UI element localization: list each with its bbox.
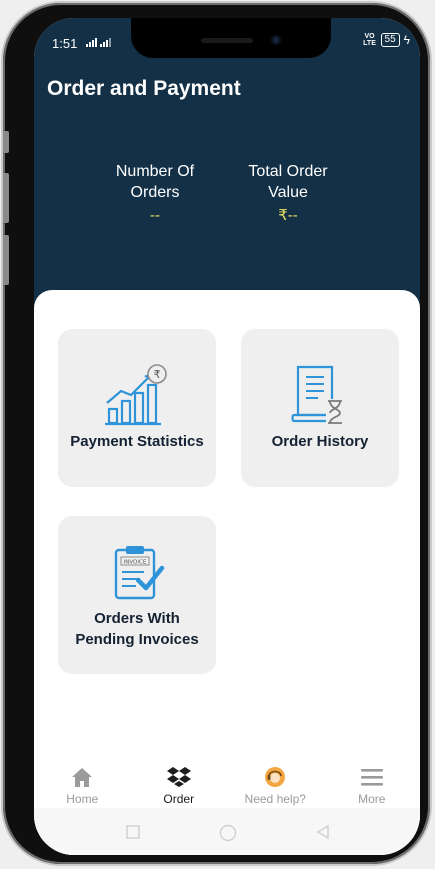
stat-label: Number Of	[115, 163, 195, 180]
nav-item-more[interactable]: More	[324, 756, 421, 816]
signal-icon	[100, 38, 111, 47]
status-icons: VO LTE 55 ϟ	[363, 33, 410, 47]
side-button	[3, 131, 9, 153]
nav-item-order[interactable]: Order	[131, 756, 228, 816]
payment-chart-icon: ₹	[105, 364, 167, 426]
order-history-card[interactable]: Order History	[241, 329, 399, 487]
nav-label: More	[358, 792, 386, 806]
home-button-icon[interactable]	[219, 824, 237, 842]
support-agent-icon	[265, 767, 286, 787]
stat-number-of-orders: Number Of Orders --	[100, 161, 210, 226]
volte-indicator: VO LTE	[363, 33, 376, 47]
invoice-tag: INVOICE	[124, 560, 147, 566]
charging-icon: ϟ	[403, 33, 410, 47]
stat-value: ₹--	[278, 207, 298, 224]
card-label: Payment Statistics	[70, 433, 204, 450]
back-icon[interactable]	[315, 824, 331, 840]
camera	[271, 35, 281, 45]
battery-icon: 55	[380, 33, 400, 47]
order-history-icon	[291, 365, 344, 425]
nav-item-home[interactable]: Home	[34, 756, 131, 816]
system-nav-bar	[34, 808, 420, 855]
notch	[131, 18, 331, 58]
menu-icon	[360, 769, 383, 786]
nav-label: Home	[66, 792, 99, 806]
pending-invoices-card[interactable]: INVOICE Orders With Pending Invoices	[58, 516, 216, 674]
signal-icon	[86, 38, 97, 47]
nav-label: Need help?	[244, 792, 306, 806]
bottom-nav: Home Order Need help? More	[34, 756, 420, 816]
card-label: Orders With	[94, 610, 180, 627]
speaker	[201, 38, 253, 43]
page-title: Order and Payment	[47, 77, 241, 100]
status-time: 1:51	[52, 36, 78, 51]
header: 1:51 VO LTE 55 ϟ Order and Payment Numbe…	[34, 18, 420, 318]
payment-statistics-card[interactable]: ₹ Payment Statistics	[58, 329, 216, 487]
card-label: Order History	[271, 433, 369, 450]
svg-text:₹: ₹	[154, 368, 161, 381]
volume-up-button	[3, 173, 9, 223]
card-label: Pending Invoices	[75, 631, 199, 648]
home-icon	[72, 768, 93, 787]
stat-label: Orders	[130, 184, 180, 201]
volume-down-button	[3, 235, 9, 285]
app-screen: 1:51 VO LTE 55 ϟ Order and Payment Numbe…	[34, 18, 420, 855]
stat-total-order-value: Total Order Value ₹--	[233, 161, 343, 226]
nav-item-need-help[interactable]: Need help?	[227, 756, 324, 816]
stat-value: --	[150, 207, 160, 224]
dropbox-icon	[166, 767, 191, 787]
stat-label: Value	[268, 184, 308, 201]
stat-label: Total Order	[248, 163, 328, 180]
recents-icon[interactable]	[125, 824, 141, 840]
invoice-icon: INVOICE	[114, 546, 165, 600]
phone-frame: 1:51 VO LTE 55 ϟ Order and Payment Numbe…	[3, 3, 430, 864]
nav-label: Order	[163, 792, 195, 806]
